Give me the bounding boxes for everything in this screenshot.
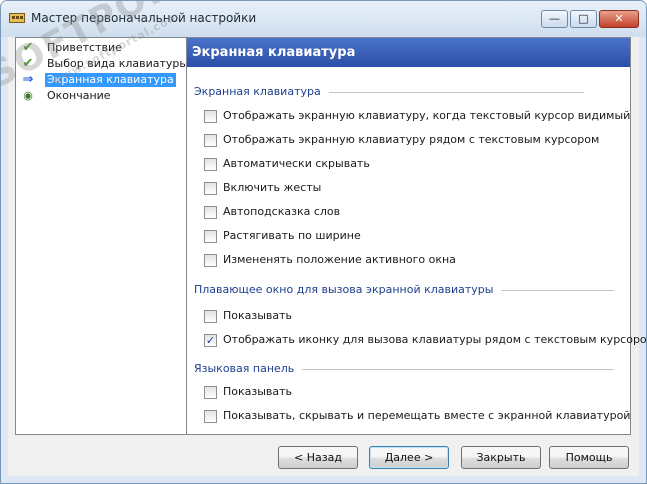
checkbox[interactable] [204,134,217,147]
group-label-language-bar: Языковая панель [194,362,303,375]
checkbox[interactable] [204,310,217,323]
maximize-button[interactable]: □ [570,10,597,28]
option-label: Показывать [223,385,293,398]
checkbox[interactable] [204,182,217,195]
option-label: Растягивать по ширине [223,229,361,242]
group-label-floating: Плавающее окно для вызова экранной клави… [194,283,502,296]
next-button[interactable]: Далее > [369,446,449,469]
option-label: Отображать экранную клавиатуру рядом с т… [223,133,600,146]
wizard-window: Мастер первоначальной настройки — □ ✕ ✔ … [0,0,647,484]
checkbox[interactable] [204,158,217,171]
close-button[interactable]: Закрыть [461,446,541,469]
checkbox[interactable] [204,254,217,267]
back-button[interactable]: < Назад [278,446,358,469]
option-label: Показывать, скрывать и перемещать вместе… [223,409,631,422]
panel-title: Экранная клавиатура [187,38,630,67]
group-label-onscreen: Экранная клавиатура [194,85,329,98]
option-label: Автоматически скрывать [223,157,370,170]
option-label: Измененять положение активного окна [223,253,456,266]
settings-panel: Экранная клавиатура Экранная клавиатура … [186,37,646,435]
help-button[interactable]: Помощь [549,446,629,469]
checkbox[interactable] [204,110,217,123]
checkbox[interactable] [204,206,217,219]
checkbox-checked[interactable]: ✓ [204,334,217,347]
option-label: Отображать экранную клавиатуру, когда те… [223,109,631,122]
option-label: Показывать [223,309,293,322]
option-label: Автоподсказка слов [223,205,341,218]
close-window-button[interactable]: ✕ [599,10,639,28]
checkbox[interactable] [204,386,217,399]
checkbox[interactable] [204,410,217,423]
option-label: Отображать иконку для вызова клавиатуры … [223,333,647,346]
option-label: Включить жесты [223,181,322,194]
minimize-button[interactable]: — [541,10,568,28]
checkbox[interactable] [204,230,217,243]
